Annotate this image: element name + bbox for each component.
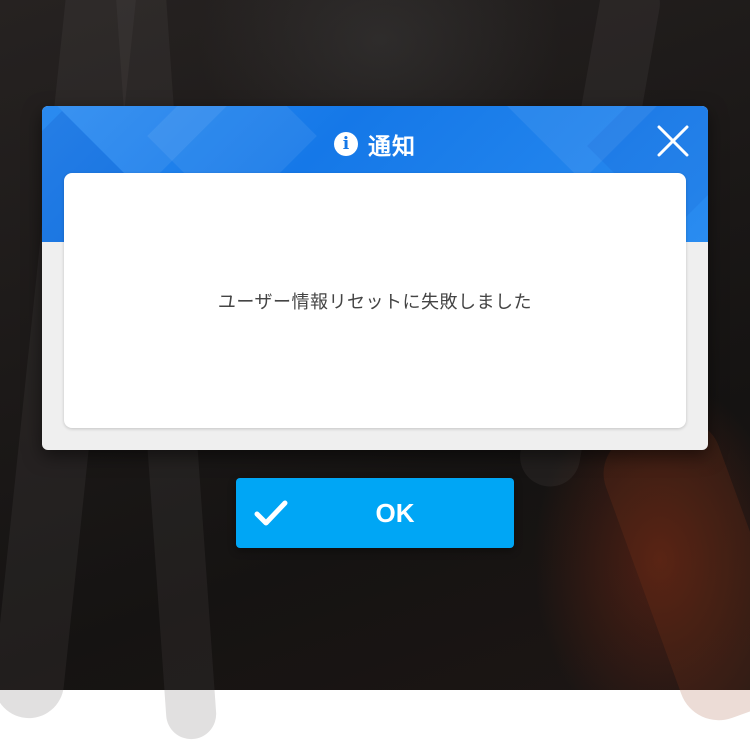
close-button[interactable] xyxy=(656,124,690,158)
dialog-title: 通知 xyxy=(368,134,416,160)
background-hair-streak xyxy=(592,408,750,732)
info-icon: i xyxy=(334,132,358,156)
close-icon xyxy=(657,125,689,157)
ok-button[interactable]: OK xyxy=(236,478,514,548)
message-panel: ユーザー情報リセットに失敗しました xyxy=(64,173,686,428)
dialog-title-row: i 通知 xyxy=(42,128,708,160)
check-icon xyxy=(254,500,288,526)
notification-dialog: i 通知 ユーザー情報リセットに失敗しました xyxy=(42,106,708,450)
dialog-message: ユーザー情報リセットに失敗しました xyxy=(217,291,533,313)
